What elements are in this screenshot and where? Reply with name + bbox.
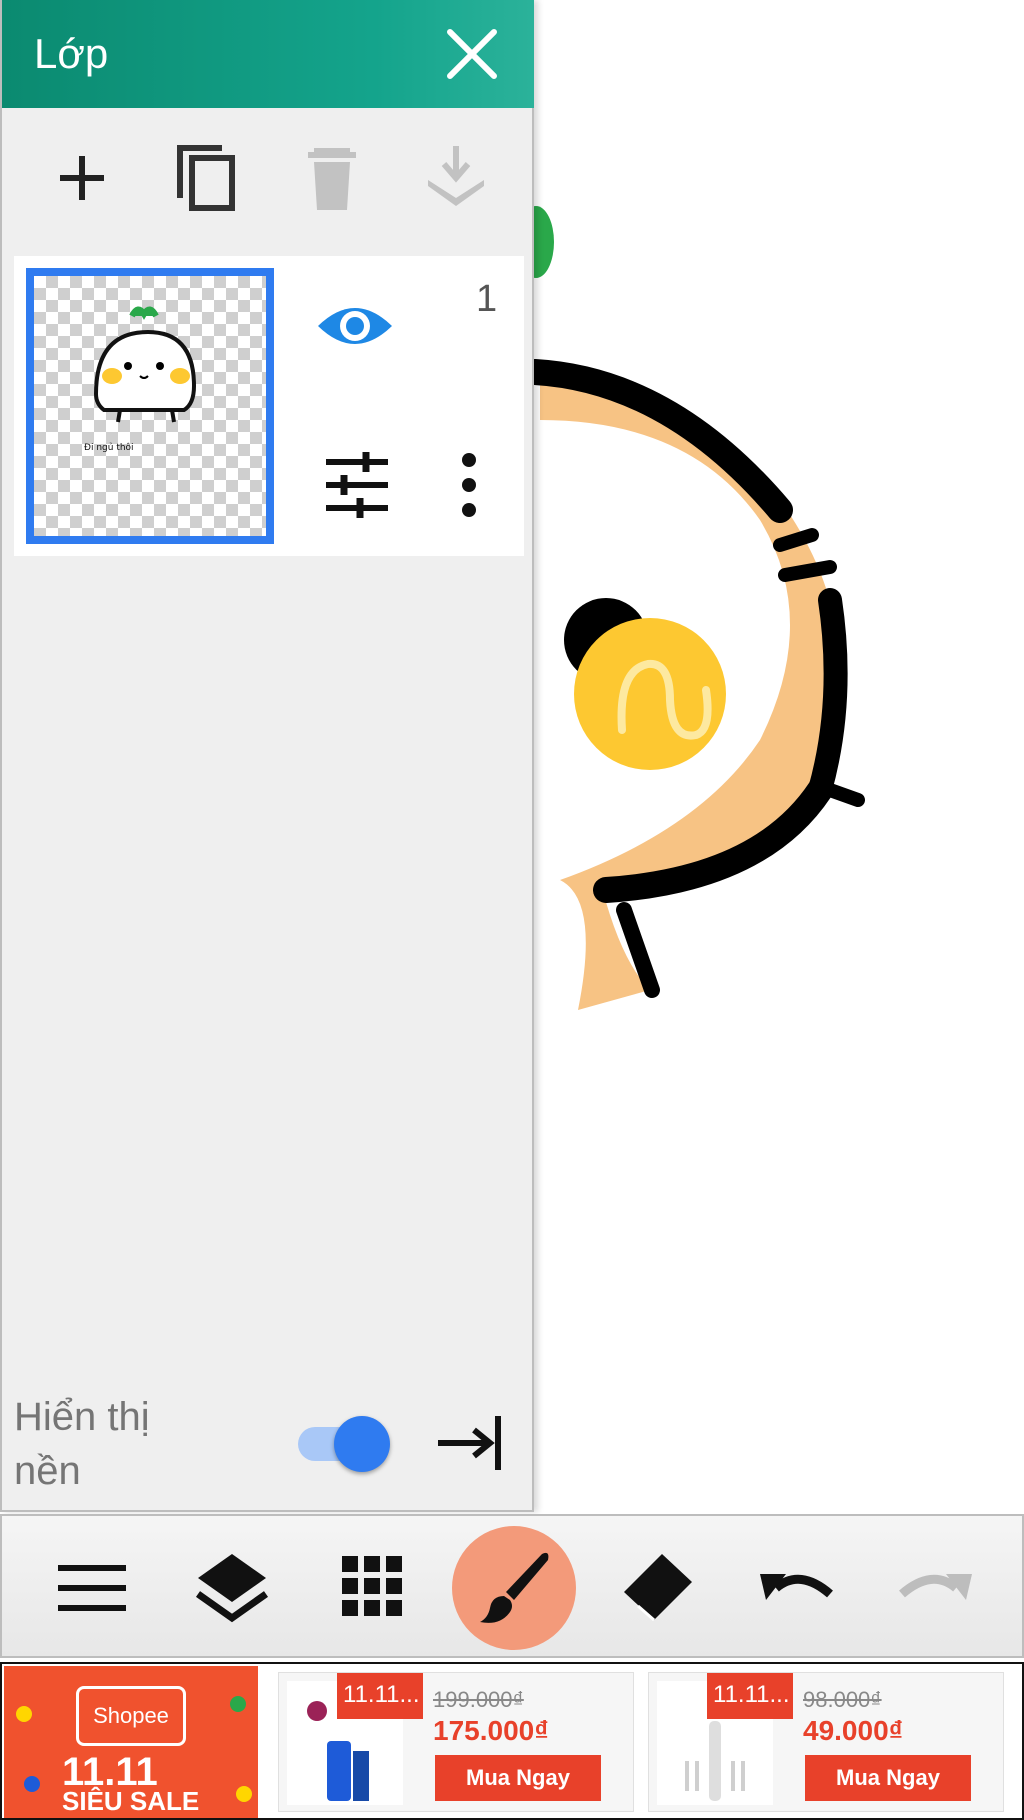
show-background-label: Hiển thị nền bbox=[14, 1395, 150, 1493]
layer-thumbnail[interactable]: Đi ngủ thôi bbox=[26, 268, 274, 544]
show-background-toggle[interactable] bbox=[298, 1414, 390, 1472]
bottom-toolbar bbox=[0, 1514, 1024, 1658]
decor-dot bbox=[16, 1706, 32, 1722]
sale-tag: 11.11... bbox=[337, 1673, 423, 1719]
collapse-panel-icon[interactable] bbox=[434, 1412, 506, 1474]
layer-tools bbox=[2, 108, 534, 248]
layer-item[interactable]: Đi ngủ thôi 1 bbox=[14, 256, 524, 556]
brush-icon bbox=[480, 1552, 549, 1623]
trash-icon[interactable] bbox=[292, 138, 372, 218]
decor-dot bbox=[236, 1786, 252, 1802]
thumbnail-caption: Đi ngủ thôi bbox=[84, 442, 134, 453]
new-price: 49.000₫ bbox=[803, 1715, 904, 1746]
redo-icon[interactable] bbox=[886, 1538, 986, 1638]
layers-panel: Lớp Đi ngủ thôi 1 Hiển thị nền bbox=[0, 0, 534, 1512]
decor-dot bbox=[230, 1696, 246, 1712]
new-price: 175.000₫ bbox=[433, 1715, 549, 1746]
grid-icon[interactable] bbox=[322, 1538, 422, 1638]
banner-tagline: SIÊU SALE bbox=[62, 1786, 200, 1816]
close-icon[interactable] bbox=[440, 24, 504, 84]
more-vert-icon[interactable] bbox=[454, 450, 484, 520]
toggle-knob bbox=[334, 1416, 390, 1472]
layers-icon[interactable] bbox=[182, 1538, 282, 1638]
old-price: 98.000₫ bbox=[803, 1687, 882, 1712]
eraser-icon[interactable] bbox=[606, 1538, 706, 1638]
merge-down-icon[interactable] bbox=[416, 138, 496, 218]
undo-icon[interactable] bbox=[746, 1538, 846, 1638]
panel-header: Lớp bbox=[2, 0, 534, 108]
buy-now-button[interactable]: Mua Ngay bbox=[805, 1755, 971, 1801]
ad-product-2[interactable]: 11.11... 98.000₫ 49.000₫ Mua Ngay bbox=[648, 1672, 1004, 1812]
brush-tool-active[interactable] bbox=[452, 1526, 576, 1650]
old-price: 199.000₫ bbox=[433, 1687, 524, 1712]
plus-icon[interactable] bbox=[42, 138, 122, 218]
sale-tag: 11.11... bbox=[707, 1673, 793, 1719]
sliders-icon[interactable] bbox=[320, 448, 394, 522]
shopee-logo: Shopee bbox=[76, 1686, 186, 1746]
ad-banner[interactable]: Shopee 11.11 SIÊU SALE 11.11... 199.000₫… bbox=[0, 1662, 1024, 1820]
panel-title: Lớp bbox=[34, 30, 109, 77]
menu-icon[interactable] bbox=[42, 1538, 142, 1638]
buy-now-button[interactable]: Mua Ngay bbox=[435, 1755, 601, 1801]
decor-dot bbox=[24, 1776, 40, 1792]
ad-product-1[interactable]: 11.11... 199.000₫ 175.000₫ Mua Ngay bbox=[278, 1672, 634, 1812]
layer-number: 1 bbox=[476, 278, 498, 320]
shopee-banner[interactable]: Shopee 11.11 SIÊU SALE bbox=[4, 1666, 258, 1818]
eye-icon[interactable] bbox=[314, 296, 396, 356]
copy-icon[interactable] bbox=[166, 138, 246, 218]
